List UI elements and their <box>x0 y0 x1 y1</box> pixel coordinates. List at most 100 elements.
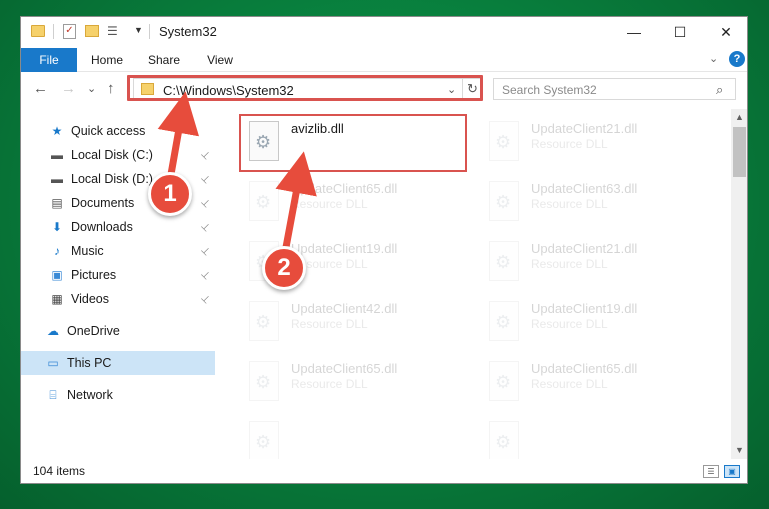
dll-file-icon <box>249 421 279 459</box>
pin-icon[interactable]: ⊥ <box>198 148 212 162</box>
vertical-scrollbar[interactable]: ▲ ▼ <box>731 109 747 459</box>
file-item[interactable]: UpdateClient63.dllResource DLL <box>481 173 711 229</box>
navigation-bar: ← → ⌄ ↑ C:\Windows\System32 ⌄ ↻ Search S… <box>21 73 747 105</box>
file-item[interactable]: UpdateClient65.dllResource DLL <box>241 353 471 409</box>
file-item[interactable]: UpdateClient19.dllResource DLL <box>481 293 711 349</box>
tab-share[interactable]: Share <box>139 48 189 72</box>
file-type: Resource DLL <box>291 317 368 331</box>
cloud-icon: ☁ <box>47 324 59 338</box>
pin-icon[interactable]: ⊥ <box>198 220 212 234</box>
file-item[interactable]: UpdateClient21.dllResource DLL <box>481 233 711 289</box>
file-type: Resource DLL <box>531 197 608 211</box>
close-button[interactable]: ✕ <box>703 17 747 47</box>
file-type: Resource DLL <box>531 377 608 391</box>
title-bar: ✓ ☰ ▼ System32 — ☐ ✕ <box>21 17 747 48</box>
file-name: UpdateClient65.dll <box>291 361 398 376</box>
sidebar-item-label: Documents <box>71 196 135 210</box>
file-name: UpdateClient42.dll <box>291 301 398 316</box>
pin-icon[interactable]: ⊥ <box>198 172 212 186</box>
file-name: UpdateClient19.dll <box>531 301 638 316</box>
file-explorer-window: ✓ ☰ ▼ System32 — ☐ ✕ File Home Share Vie… <box>20 16 748 484</box>
expand-ribbon-icon[interactable]: ⌄ <box>709 52 718 65</box>
toolbar-separator <box>53 24 54 39</box>
navigation-pane: ★ Quick access ▬ Local Disk (C:) ⊥ ▬ Local Dis… <box>21 109 215 459</box>
tab-file[interactable]: File <box>21 48 77 72</box>
sidebar-item-videos[interactable]: ▦ Videos ⊥ <box>21 287 215 311</box>
item-count: 104 items <box>33 464 86 478</box>
pictures-icon: ▣ <box>51 268 63 282</box>
file-item[interactable]: UpdateClient42.dllResource DLL <box>241 293 471 349</box>
file-item[interactable] <box>481 413 711 459</box>
sidebar-item-label: Music <box>71 244 104 258</box>
help-icon[interactable]: ? <box>729 51 745 67</box>
sidebar-item-music[interactable]: ♪ Music ⊥ <box>21 239 215 263</box>
dll-file-icon <box>249 361 279 401</box>
sidebar-item-pictures[interactable]: ▣ Pictures ⊥ <box>21 263 215 287</box>
sidebar-item-quick-access[interactable]: ★ Quick access <box>21 119 215 143</box>
drive-icon: ▬ <box>51 172 63 186</box>
up-arrow-icon[interactable]: ↑ <box>107 80 115 97</box>
file-name: UpdateClient65.dll <box>291 181 398 196</box>
download-icon: ⬇ <box>51 220 63 234</box>
details-view-icon[interactable]: ☰ <box>703 465 719 478</box>
tab-view[interactable]: View <box>195 48 245 72</box>
dll-file-icon <box>249 181 279 221</box>
star-icon: ★ <box>51 124 63 138</box>
file-type: Resource DLL <box>291 377 368 391</box>
pin-icon[interactable]: ⊥ <box>198 196 212 210</box>
sidebar-item-label: Network <box>67 388 113 402</box>
address-bar-highlight <box>127 75 483 101</box>
back-arrow-icon[interactable]: ← <box>33 80 48 97</box>
dll-file-icon <box>489 361 519 401</box>
file-item[interactable]: UpdateClient65.dllResource DLL <box>481 353 711 409</box>
pin-icon[interactable]: ⊥ <box>198 292 212 306</box>
step-1-badge: 1 <box>148 172 192 216</box>
minimize-button[interactable]: — <box>611 17 657 47</box>
large-icons-view-icon[interactable]: ▣ <box>724 465 740 478</box>
file-item[interactable] <box>241 413 471 459</box>
file-name: UpdateClient65.dll <box>531 361 638 376</box>
view-options-icon[interactable]: ☰ <box>107 24 123 38</box>
sidebar-item-label: Downloads <box>71 220 133 234</box>
sidebar-item-label: Quick access <box>71 124 146 138</box>
forward-arrow-icon[interactable]: → <box>61 80 76 97</box>
recent-locations-icon[interactable]: ⌄ <box>87 82 96 95</box>
sidebar-item-label: Local Disk (C:) <box>71 148 153 162</box>
sidebar-item-local-disk-c[interactable]: ▬ Local Disk (C:) ⊥ <box>21 143 215 167</box>
status-bar: 104 items ☰ ▣ <box>21 461 747 483</box>
file-item[interactable]: UpdateClient65.dllResource DLL <box>241 173 471 229</box>
pin-icon[interactable]: ⊥ <box>198 244 212 258</box>
file-type: Resource DLL <box>531 257 608 271</box>
network-icon: ⌸ <box>49 388 57 402</box>
tab-home[interactable]: Home <box>81 48 133 72</box>
ribbon-tabs: File Home Share View ⌄ ? <box>21 48 747 72</box>
file-type: Resource DLL <box>291 197 368 211</box>
sidebar-item-this-pc[interactable]: ▭ This PC <box>21 351 215 375</box>
pin-icon[interactable]: ⊥ <box>198 268 212 282</box>
sidebar-item-network[interactable]: ⌸ Network <box>21 383 215 407</box>
search-icon[interactable]: ⌕ <box>716 82 723 98</box>
file-type: Resource DLL <box>531 137 608 151</box>
properties-icon[interactable]: ✓ <box>63 24 76 39</box>
new-folder-icon[interactable] <box>85 25 99 37</box>
sidebar-item-downloads[interactable]: ⬇ Downloads ⊥ <box>21 215 215 239</box>
file-name: UpdateClient63.dll <box>531 181 638 196</box>
file-type: Resource DLL <box>531 317 608 331</box>
search-input[interactable]: Search System32 ⌕ <box>493 78 736 100</box>
file-name: UpdateClient19.dll <box>291 241 398 256</box>
sidebar-item-label: Videos <box>71 292 109 306</box>
sidebar-item-onedrive[interactable]: ☁ OneDrive <box>21 319 215 343</box>
customize-toolbar-dropdown-icon[interactable]: ▼ <box>134 25 143 35</box>
file-name: UpdateClient21.dll <box>531 121 638 136</box>
music-icon: ♪ <box>54 244 60 258</box>
sidebar-item-label: Local Disk (D:) <box>71 172 153 186</box>
computer-icon: ▭ <box>47 356 59 370</box>
scroll-down-icon[interactable]: ▼ <box>731 442 747 459</box>
scroll-up-icon[interactable]: ▲ <box>731 109 747 126</box>
maximize-button[interactable]: ☐ <box>657 17 703 47</box>
scroll-thumb[interactable] <box>733 127 746 177</box>
documents-icon: ▤ <box>51 196 63 210</box>
file-item[interactable]: UpdateClient21.dllResource DLL <box>481 113 711 169</box>
film-icon: ▦ <box>51 292 63 306</box>
window-title: System32 <box>159 24 217 39</box>
